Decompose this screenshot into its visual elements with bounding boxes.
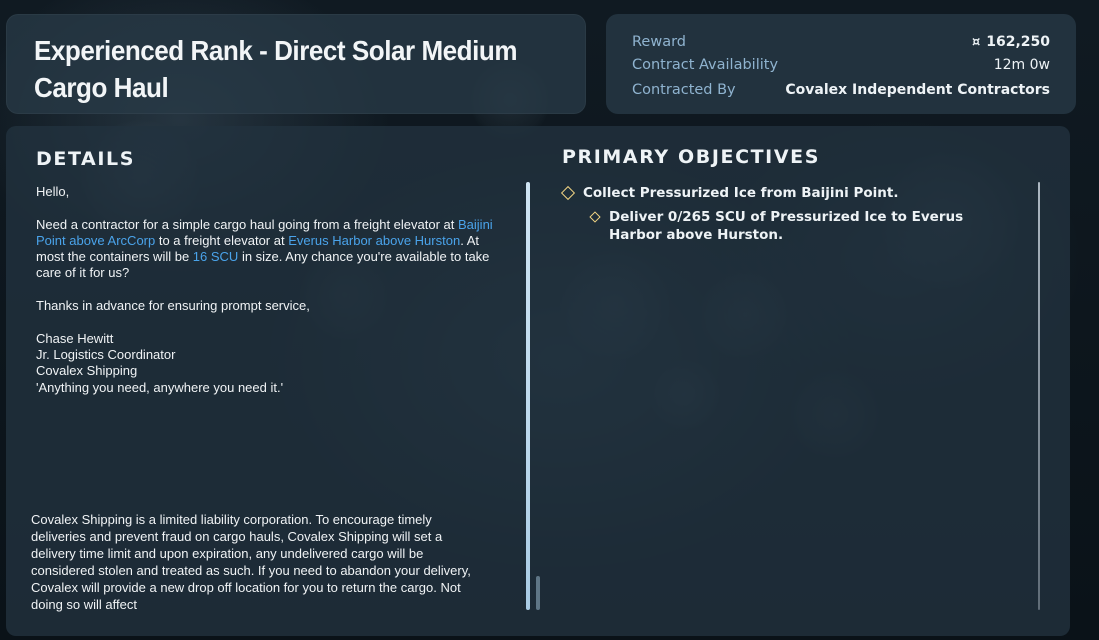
contract-details-panel: DETAILS Hello, Need a contractor for a s… <box>6 126 1070 636</box>
reward-label: Reward <box>632 34 686 50</box>
signature-company: Covalex Shipping <box>36 363 138 379</box>
objective-item: Collect Pressurized Ice from Baijini Poi… <box>560 184 1000 202</box>
contract-title-panel: Experienced Rank - Direct Solar Medium C… <box>6 14 586 114</box>
availability-value: 12m 0w <box>993 57 1050 73</box>
liability-disclaimer: Covalex Shipping is a limited liability … <box>31 512 471 612</box>
objective-text: Deliver 0/265 SCU of Pressurized Ice to … <box>609 209 964 243</box>
objectives-list: Collect Pressurized Ice from Baijini Poi… <box>560 184 1000 244</box>
location-link-everus[interactable]: Everus Harbor above Hurston <box>288 233 460 248</box>
contract-info-panel: Reward ¤ 162,250 Contract Availability 1… <box>606 14 1076 114</box>
details-scrollbar-thumb[interactable] <box>536 576 540 610</box>
signature-name: Chase Hewitt <box>36 330 114 346</box>
details-scrollbar[interactable] <box>526 182 530 610</box>
signature-title: Jr. Logistics Coordinator <box>36 346 176 362</box>
contract-title: Experienced Rank - Direct Solar Medium C… <box>34 35 518 103</box>
contracted-by-label: Contracted By <box>632 82 736 98</box>
details-text: to a freight elevator at <box>155 232 289 248</box>
details-heading: DETAILS <box>36 148 136 170</box>
signature-block: Chase Hewitt Jr. Logistics Coordinator C… <box>36 331 496 396</box>
contracted-by-row: Contracted By Covalex Independent Contra… <box>632 80 1050 100</box>
signature-slogan: 'Anything you need, anywhere you need it… <box>36 379 284 395</box>
reward-row: Reward ¤ 162,250 <box>632 32 1050 52</box>
objective-diamond-icon <box>589 211 601 223</box>
objectives-scrollbar[interactable] <box>1038 182 1040 610</box>
objective-subitem: Deliver 0/265 SCU of Pressurized Ice to … <box>588 208 1000 244</box>
contracted-by-value: Covalex Independent Contractors <box>785 82 1050 98</box>
details-thanks: Thanks in advance for ensuring prompt se… <box>36 298 310 314</box>
details-greeting: Hello, <box>36 184 70 199</box>
objectives-heading: PRIMARY OBJECTIVES <box>562 146 821 168</box>
availability-label: Contract Availability <box>632 57 779 73</box>
details-body[interactable]: Hello, Need a contractor for a simple ca… <box>36 184 496 412</box>
currency-icon: ¤ <box>971 34 981 50</box>
objective-text: Collect Pressurized Ice from Baijini Poi… <box>583 185 899 201</box>
reward-value: 162,250 <box>986 34 1050 50</box>
cargo-size-link[interactable]: 16 SCU <box>193 249 239 264</box>
details-text: Need a contractor for a simple cargo hau… <box>36 216 458 232</box>
objective-diamond-icon <box>560 185 576 201</box>
availability-row: Contract Availability 12m 0w <box>632 55 1050 75</box>
details-paragraph: Need a contractor for a simple cargo hau… <box>36 217 496 282</box>
reward-value-group: ¤ 162,250 <box>972 34 1050 50</box>
